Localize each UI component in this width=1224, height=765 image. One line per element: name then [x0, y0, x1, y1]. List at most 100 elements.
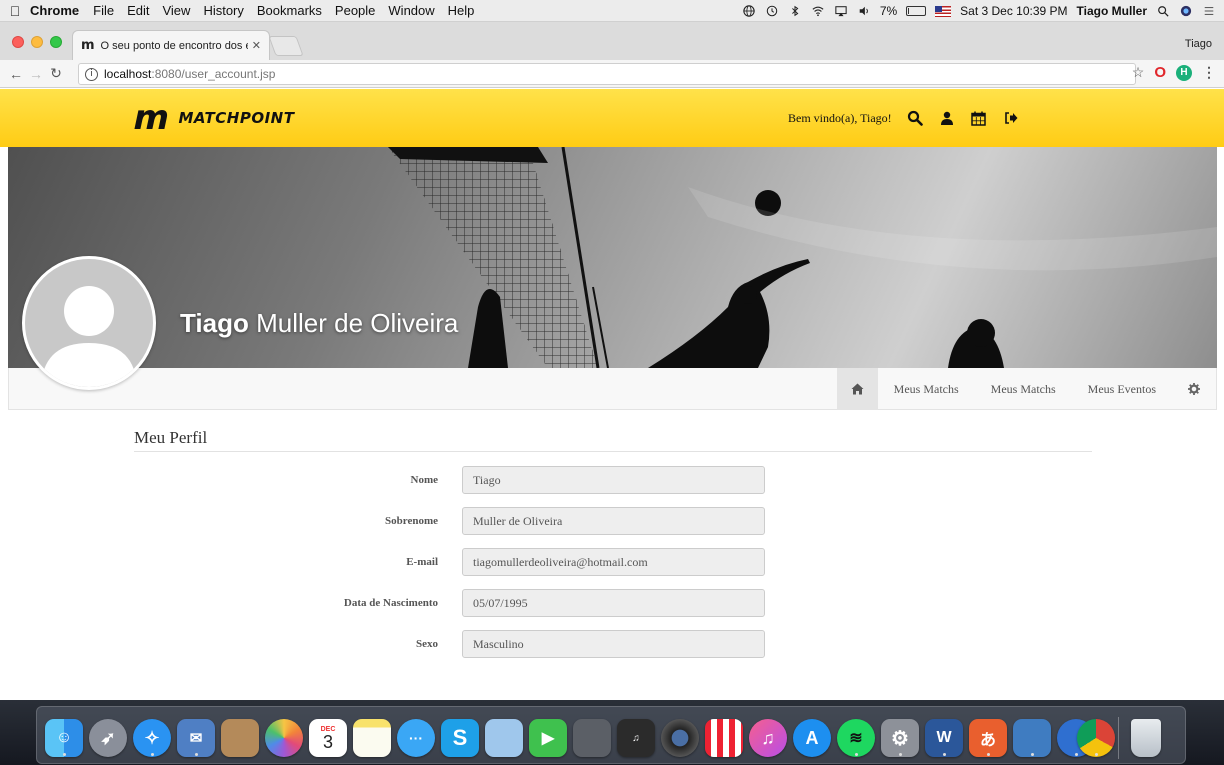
profile-nav-meus-matchs[interactable]: Meus Matchs — [878, 368, 975, 410]
browser-tab-active[interactable]: m O seu ponto de encontro dos e ✕ — [72, 30, 270, 60]
address-bar[interactable]: i localhost:8080/user_account.jsp — [78, 63, 1136, 85]
data-nascimento-input[interactable] — [462, 589, 765, 617]
wifi-icon[interactable] — [811, 5, 825, 17]
profile-nav-home[interactable] — [836, 368, 878, 410]
avatar[interactable] — [22, 256, 156, 390]
window-controls — [12, 36, 62, 48]
menubar-item-view[interactable]: View — [162, 3, 190, 18]
itunes-icon[interactable]: ♫ — [749, 719, 787, 757]
home-icon — [851, 383, 864, 395]
profile-nav-meus-matchs-2[interactable]: Meus Matchs — [975, 368, 1072, 410]
contacts-icon[interactable] — [221, 719, 259, 757]
system-preferences-icon[interactable]: ⚙ — [881, 719, 919, 757]
camera-icon[interactable] — [661, 719, 699, 757]
menubar-app-name[interactable]: Chrome — [30, 3, 79, 18]
menubar-item-edit[interactable]: Edit — [127, 3, 149, 18]
menubar-item-bookmarks[interactable]: Bookmarks — [257, 3, 322, 18]
header-actions: Bem vindo(a), Tiago! — [788, 89, 1020, 147]
safari-icon[interactable]: ✧ — [133, 719, 171, 757]
popcorn-icon[interactable] — [705, 719, 743, 757]
menubar-item-help[interactable]: Help — [448, 3, 475, 18]
close-tab-icon[interactable]: ✕ — [252, 39, 261, 52]
bluetooth-icon[interactable] — [788, 5, 802, 17]
chrome-profile-button[interactable]: Tiago — [1185, 38, 1212, 50]
spotlight-search-icon[interactable] — [1156, 5, 1170, 17]
menubar-user[interactable]: Tiago Muller — [1077, 4, 1147, 18]
input-source-flag-icon[interactable] — [935, 5, 952, 17]
site-info-icon[interactable]: i — [85, 67, 98, 81]
profile-nav-bar: Meus Matchs Meus Matchs Meus Eventos — [8, 368, 1217, 410]
browser-toolbar: ← → ↻ i localhost:8080/user_account.jsp … — [0, 60, 1224, 88]
menubar-clock[interactable]: Sat 3 Dec 10:39 PM — [960, 4, 1067, 18]
menubar-item-window[interactable]: Window — [388, 3, 434, 18]
logo-mark-icon: m — [129, 98, 171, 138]
calendar-app-icon[interactable]: DEC 3 — [309, 719, 347, 757]
calendar-icon[interactable] — [970, 109, 988, 127]
app-store-icon[interactable]: A — [793, 719, 831, 757]
siri-icon[interactable] — [1179, 5, 1193, 17]
field-label-sexo: Sexo — [416, 638, 438, 650]
profile-nav-settings[interactable] — [1172, 368, 1216, 410]
browser-tab-strip: m O seu ponto de encontro dos e ✕ Tiago — [0, 22, 1224, 60]
chrome-icon[interactable] — [1077, 719, 1115, 757]
virtualbox-icon[interactable] — [1013, 719, 1051, 757]
translate-icon[interactable]: あ — [969, 719, 1007, 757]
sexo-input[interactable] — [462, 630, 765, 658]
form-row-sobrenome: Sobrenome — [0, 507, 1224, 535]
word-icon[interactable]: W — [925, 719, 963, 757]
launchpad-icon[interactable]: ➶ — [89, 719, 127, 757]
nome-input[interactable] — [462, 466, 765, 494]
notes-icon[interactable] — [353, 719, 391, 757]
macos-menubar:  Chrome File Edit View History Bookmark… — [0, 0, 1224, 22]
messages-icon[interactable]: ··· — [397, 719, 435, 757]
volume-icon[interactable] — [857, 5, 871, 17]
globe-icon[interactable] — [742, 5, 756, 17]
back-arrow-icon[interactable]: ← — [6, 66, 26, 82]
email-input[interactable] — [462, 548, 765, 576]
notification-center-icon[interactable] — [1202, 5, 1216, 17]
welcome-message: Bem vindo(a), Tiago! — [788, 110, 892, 125]
battery-icon[interactable] — [906, 6, 927, 16]
logo-text: MATCHPOINT — [178, 109, 295, 127]
photo-booth-icon[interactable] — [573, 719, 611, 757]
matchpoint-logo[interactable]: m MATCHPOINT — [130, 98, 295, 138]
field-label-data-nascimento: Data de Nascimento — [343, 597, 438, 609]
profile-name: Tiago Muller de Oliveira — [180, 308, 458, 339]
zoom-window-button[interactable] — [50, 36, 62, 48]
guitar-app-icon[interactable]: ♫ — [617, 719, 655, 757]
mail-icon[interactable]: ✉ — [177, 719, 215, 757]
apple-menu-icon[interactable]:  — [0, 3, 30, 19]
spotify-icon[interactable]: ≋ — [837, 719, 875, 757]
form-row-sexo: Sexo — [0, 630, 1224, 658]
menubar-item-history[interactable]: History — [203, 3, 243, 18]
reload-icon[interactable]: ↻ — [46, 65, 66, 82]
hola-extension-icon[interactable]: H — [1176, 64, 1192, 81]
gear-icon — [1188, 383, 1200, 395]
skype-icon[interactable]: S — [441, 719, 479, 757]
airplay-icon[interactable] — [834, 5, 848, 17]
url-host: localhost — [104, 67, 152, 81]
site-header: m MATCHPOINT Bem vindo(a), Tiago! — [0, 89, 1224, 147]
chrome-menu-icon[interactable]: ⋮ — [1202, 64, 1216, 81]
facetime-icon[interactable]: ▶ — [529, 719, 567, 757]
user-icon[interactable] — [938, 109, 956, 127]
minimize-window-button[interactable] — [31, 36, 43, 48]
bookmark-star-icon[interactable]: ☆ — [1132, 64, 1145, 81]
search-icon[interactable] — [906, 109, 924, 127]
preview-icon[interactable] — [485, 719, 523, 757]
battery-percent: 7% — [879, 4, 898, 18]
profile-nav-meus-eventos[interactable]: Meus Eventos — [1072, 368, 1172, 410]
finder-icon[interactable]: ☺ — [45, 719, 83, 757]
sign-out-icon[interactable] — [1002, 109, 1020, 127]
menubar-item-people[interactable]: People — [335, 3, 375, 18]
photos-icon[interactable] — [265, 719, 303, 757]
close-window-button[interactable] — [12, 36, 24, 48]
time-machine-icon[interactable] — [765, 5, 779, 17]
forward-arrow-icon[interactable]: → — [26, 66, 46, 82]
toolbar-actions: ☆ O H ⋮ — [1132, 64, 1216, 81]
new-tab-button[interactable] — [268, 36, 304, 56]
opera-extension-icon[interactable]: O — [1154, 64, 1166, 81]
trash-icon[interactable] — [1131, 719, 1161, 757]
menubar-item-file[interactable]: File — [93, 3, 114, 18]
sobrenome-input[interactable] — [462, 507, 765, 535]
